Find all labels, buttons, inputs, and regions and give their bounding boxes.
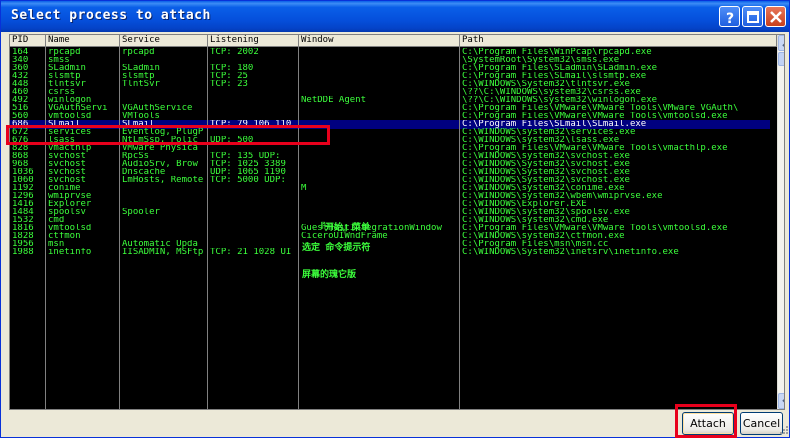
column-header-window[interactable]: Window [299,35,460,47]
list-header: PID Name Service Listening Window Path [10,35,777,47]
close-icon [770,11,782,23]
column-header-service[interactable]: Service [120,35,208,47]
cell-pid: 1988 [12,248,34,257]
scroll-down-button[interactable] [778,393,784,409]
title-bar[interactable]: Select process to attach ? [1,1,789,32]
column-separator [459,47,460,409]
chevron-up-icon [782,43,784,47]
vertical-scrollbar[interactable] [777,35,784,409]
svg-text:?: ? [726,11,734,27]
screen-window-text: 屏幕的瑰它版 [302,270,357,280]
process-row[interactable]: 1988 inetinfo IISADMIN, MSFtp TCP: 21 1028 … [10,248,770,257]
maximize-button[interactable] [742,6,763,27]
column-separator [45,47,46,409]
column-separator [119,47,120,409]
column-header-listening[interactable]: Listening [208,35,299,47]
scroll-up-button[interactable] [778,35,784,51]
maximize-icon [747,11,759,23]
start-menu-window-text: 『开始』菜单 [316,223,371,233]
process-list[interactable]: PID Name Service Listening Window Path 164 rpc… [9,34,785,410]
close-button[interactable] [765,6,786,27]
column-separator [298,47,299,409]
window-title: Select process to attach [11,8,211,23]
help-button[interactable]: ? [719,6,740,27]
command-prompt-window-text: 选定 命令提示符 [302,243,371,253]
column-header-path[interactable]: Path [460,35,777,47]
scroll-thumb[interactable] [778,52,784,66]
column-separator [207,47,208,409]
chevron-down-icon [782,399,784,403]
attach-button-highlight [675,404,737,438]
cell-listening: TCP: 21 1028 UI [210,248,292,257]
cell-service: IISADMIN, MSFtp [122,248,204,257]
column-header-pid[interactable]: PID [10,35,46,47]
resize-grip-icon[interactable] [777,425,789,437]
slmail-row-highlight [6,125,330,145]
select-process-dialog: Select process to attach ? PID Name Servic… [0,0,790,438]
cell-path: C:\WINDOWS\System32\inetsrv\inetinfo.exe [462,248,679,257]
help-icon: ? [726,11,734,27]
column-header-name[interactable]: Name [46,35,120,47]
cell-name: inetinfo [48,248,92,257]
